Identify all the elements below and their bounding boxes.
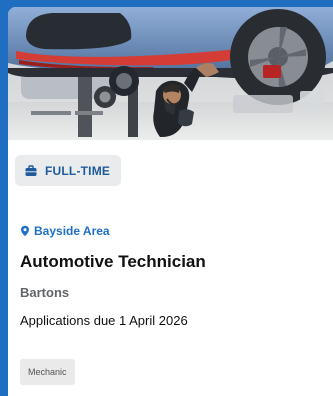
briefcase-icon [24, 164, 38, 178]
job-location: Bayside Area [20, 224, 110, 238]
employment-type-label: FULL-TIME [45, 163, 111, 178]
job-tag-mechanic: Mechanic [20, 359, 75, 385]
employment-type-badge: FULL-TIME [15, 155, 122, 186]
job-card[interactable]: FULL-TIME Bayside Area Automotive Techni… [8, 7, 333, 396]
application-deadline: Applications due 1 April 2026 [20, 313, 188, 328]
job-title[interactable]: Automotive Technician [20, 252, 206, 272]
company-name: Bartons [20, 285, 70, 300]
job-image [8, 7, 333, 140]
job-card-content: FULL-TIME Bayside Area Automotive Techni… [8, 140, 333, 396]
job-location-label: Bayside Area [34, 224, 110, 238]
location-pin-icon [21, 225, 29, 237]
